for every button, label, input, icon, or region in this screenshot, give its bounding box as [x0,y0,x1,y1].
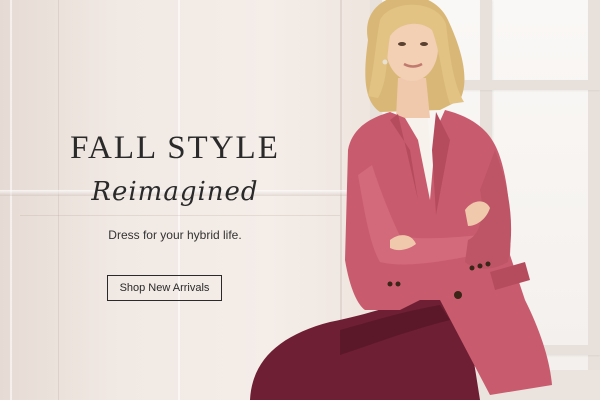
model-earring [382,59,388,65]
model-pants [250,295,480,400]
model-blazer-button [454,291,462,299]
script-heading: Reimagined [91,177,259,207]
model-neck [396,78,430,118]
model-eye [398,42,406,46]
model-eye [420,42,428,46]
shop-new-arrivals-button[interactable]: Shop New Arrivals [107,275,222,301]
subtitle: Dress for your hybrid life. [108,228,242,242]
wall-panel-line [10,0,12,400]
model-blazer-button [485,261,491,267]
model-blazer-button [469,265,475,271]
hero-banner[interactable]: FALL STYLE Reimagined Dress for your hyb… [0,0,600,400]
hero-copy: FALL STYLE Reimagined Dress for your hyb… [40,130,310,242]
headline: FALL STYLE [70,130,280,166]
model-blazer-button [477,263,483,269]
model-blazer-button [395,281,401,287]
model-blazer-button [387,281,393,287]
